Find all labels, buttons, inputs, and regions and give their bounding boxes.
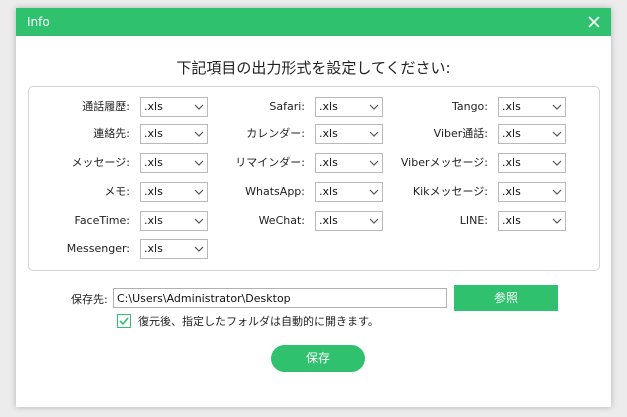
field-label: Viberメッセージ: [400, 156, 488, 169]
export-format-dialog: Info 下記項目の出力形式を設定してください: 通話履歴: .xls Safa… [16, 8, 611, 407]
format-select-tango[interactable]: .xls [498, 97, 566, 117]
format-select-viber-messages[interactable]: .xls [498, 153, 566, 173]
chevron-down-icon [552, 218, 562, 224]
open-folder-checkbox[interactable] [117, 314, 131, 328]
save-location-label: 保存先: [71, 293, 108, 306]
field-messenger: Messenger: .xls [29, 239, 208, 259]
format-select-messenger[interactable]: .xls [140, 239, 208, 259]
save-path-input[interactable] [113, 288, 447, 308]
field-viber-calls: Viber通話: .xls [29, 124, 566, 144]
open-folder-label: 復元後、指定したフォルダは自動的に開きます。 [138, 315, 379, 328]
field-viber-messages: Viberメッセージ: .xls [29, 153, 566, 173]
field-tango: Tango: .xls [29, 97, 566, 117]
select-value: .xls [144, 242, 163, 255]
format-select-viber-calls[interactable]: .xls [498, 124, 566, 144]
select-value: .xls [502, 214, 521, 227]
field-label: Tango: [451, 100, 488, 113]
field-label: LINE: [459, 214, 488, 227]
field-label: Viber通話: [433, 127, 488, 140]
chevron-down-icon [552, 189, 562, 195]
dialog-heading: 下記項目の出力形式を設定してください: [176, 59, 451, 77]
select-value: .xls [502, 100, 521, 113]
chevron-down-icon [552, 160, 562, 166]
field-label: Messenger: [66, 242, 130, 255]
format-settings-panel: 通話履歴: .xls Safari: .xls Tango: .xls 連絡先: [28, 86, 600, 271]
chevron-down-icon [552, 104, 562, 110]
browse-button[interactable]: 参照 [454, 285, 558, 311]
chevron-down-icon [552, 131, 562, 137]
select-value: .xls [502, 185, 521, 198]
close-button[interactable] [585, 13, 603, 31]
chevron-down-icon [194, 246, 204, 252]
select-value: .xls [502, 156, 521, 169]
checkmark-icon [119, 317, 129, 326]
close-icon [588, 16, 600, 28]
field-line: LINE: .xls [29, 211, 566, 231]
format-select-kik-messages[interactable]: .xls [498, 182, 566, 202]
window-title: Info [27, 15, 50, 29]
field-kik-messages: Kikメッセージ: .xls [29, 182, 566, 202]
save-button[interactable]: 保存 [271, 345, 365, 372]
select-value: .xls [502, 127, 521, 140]
format-select-line[interactable]: .xls [498, 211, 566, 231]
title-bar: Info [16, 8, 611, 36]
field-label: Kikメッセージ: [412, 185, 488, 198]
